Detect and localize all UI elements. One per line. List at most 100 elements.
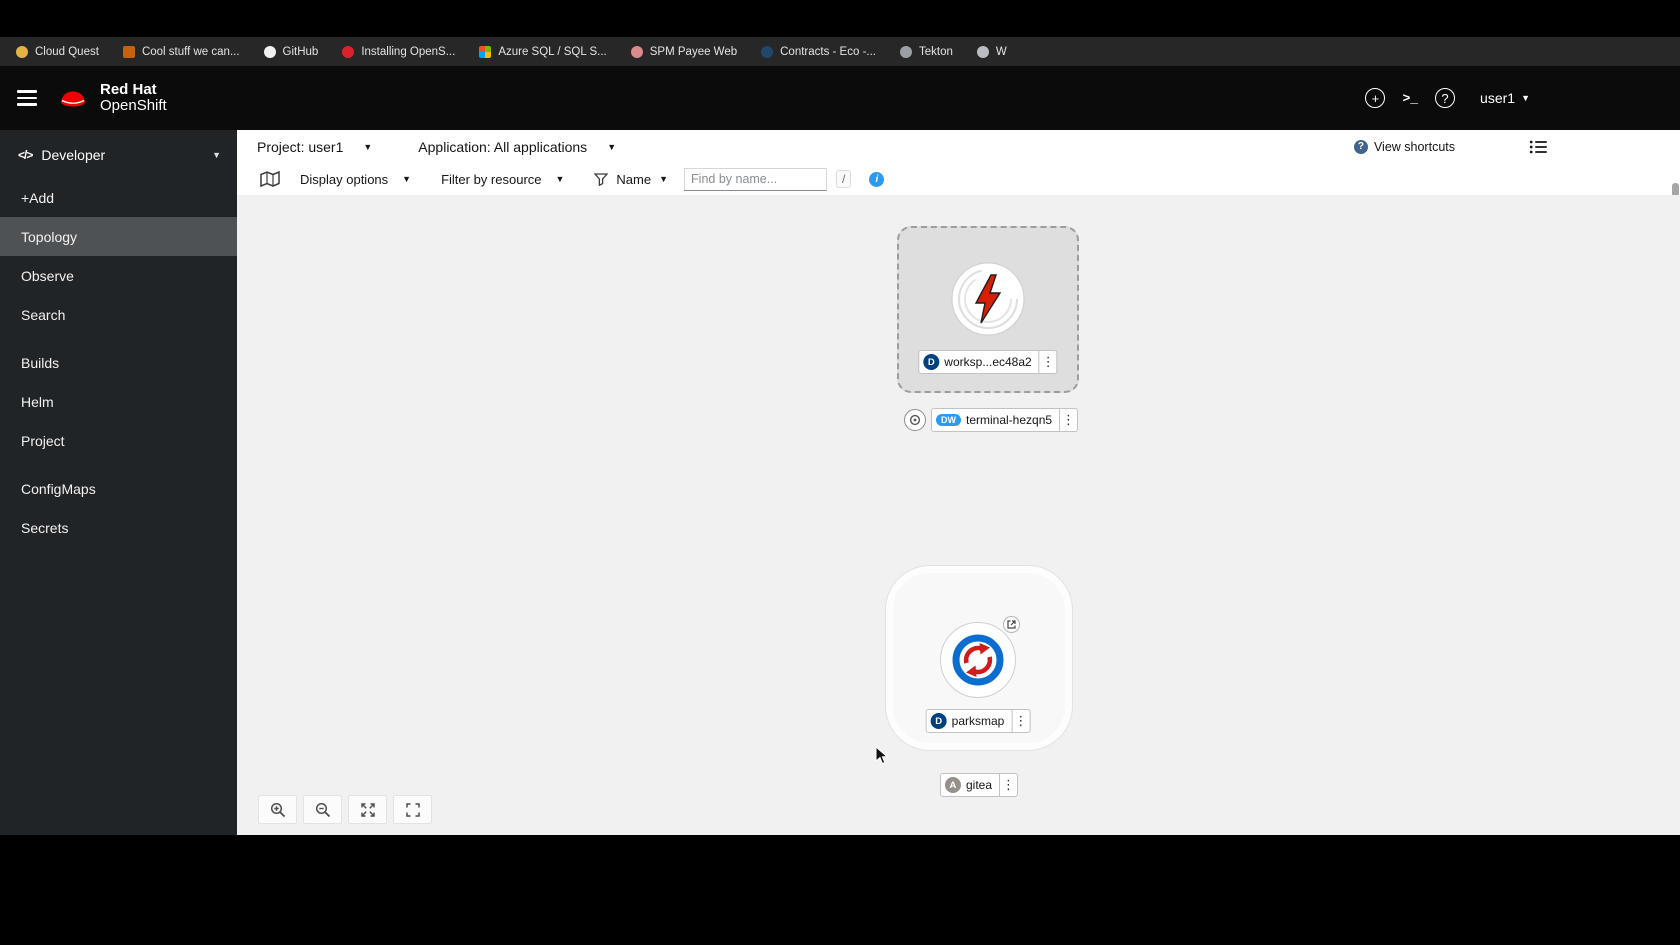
- devworkspace-bolt-icon[interactable]: [950, 261, 1026, 337]
- zoom-in-button[interactable]: [258, 795, 297, 824]
- fullscreen-button[interactable]: [393, 795, 432, 824]
- microsoft-icon: [479, 45, 492, 58]
- zoom-controls: [258, 795, 432, 824]
- kebab-menu-icon[interactable]: ⋮: [1059, 409, 1077, 431]
- bookmark-label: Contracts - Eco -...: [780, 45, 876, 58]
- chevron-down-icon: ▼: [402, 174, 412, 184]
- bookmark-cool-stuff[interactable]: Cool stuff we can...: [122, 45, 240, 58]
- sidebar-item-label: Project: [21, 432, 65, 449]
- perspective-label: Developer: [41, 147, 106, 163]
- brand-line2: OpenShift: [100, 97, 167, 114]
- devworkspace-badge: DW: [936, 414, 961, 426]
- sidebar-item-label: Builds: [21, 354, 60, 371]
- masthead-utilities: + >_ ? user1 ▼: [1365, 88, 1680, 108]
- sidebar-item-label: ConfigMaps: [21, 480, 96, 497]
- sidebar-item-project[interactable]: Project: [0, 421, 237, 460]
- workspace-node-label[interactable]: D worksp...ec48a2 ⋮: [918, 350, 1058, 374]
- openshift-icon: [342, 45, 355, 58]
- devworkspace-decorator-icon[interactable]: [904, 409, 926, 431]
- hamburger-menu-icon[interactable]: [17, 90, 37, 106]
- workspace-node[interactable]: D worksp...ec48a2 ⋮: [897, 226, 1079, 393]
- sidebar-item-helm[interactable]: Helm: [0, 382, 237, 421]
- bookmark-label: Tekton: [918, 45, 953, 58]
- main-content: Project: user1 ▼ Application: All applic…: [237, 130, 1680, 835]
- info-icon[interactable]: i: [869, 171, 885, 187]
- chevron-down-icon: ▼: [212, 150, 221, 160]
- filter-by-resource-label: Filter by resource: [441, 171, 542, 187]
- sidebar-item-configmaps[interactable]: ConfigMaps: [0, 469, 237, 508]
- bookmark-favicon-icon: [122, 45, 135, 58]
- name-filter-dropdown[interactable]: Name ▼: [594, 172, 668, 187]
- parksmap-node[interactable]: [940, 622, 1016, 698]
- bookmark-w[interactable]: W: [976, 45, 1007, 58]
- sidebar-item-observe[interactable]: Observe: [0, 256, 237, 295]
- gitea-node-label[interactable]: A gitea ⋮: [939, 773, 1019, 797]
- sidebar-item-builds[interactable]: Builds: [0, 343, 237, 382]
- kebab-menu-icon[interactable]: ⋮: [999, 774, 1017, 796]
- bookmark-contracts[interactable]: Contracts - Eco -...: [761, 45, 876, 58]
- bookmark-label: Cool stuff we can...: [141, 45, 240, 58]
- chevron-down-icon: ▼: [1521, 93, 1530, 103]
- bookmark-label: Cloud Quest: [35, 45, 99, 58]
- add-plus-icon[interactable]: +: [1365, 88, 1386, 108]
- sidebar-item-topology[interactable]: Topology: [0, 217, 237, 256]
- github-icon: [263, 45, 276, 58]
- context-bar: Project: user1 ▼ Application: All applic…: [237, 130, 1680, 164]
- export-application-icon[interactable]: [259, 170, 281, 188]
- sidebar-item-add[interactable]: +Add: [0, 178, 237, 217]
- bookmark-installing-openshift[interactable]: Installing OpenS...: [342, 45, 456, 58]
- filter-funnel-icon: [594, 172, 609, 186]
- display-options-dropdown[interactable]: Display options ▼: [300, 172, 411, 187]
- bookmark-github[interactable]: GitHub: [263, 45, 318, 58]
- sidebar-item-search[interactable]: Search: [0, 295, 237, 334]
- parksmap-sync-icon: [952, 634, 1004, 686]
- find-by-name-input[interactable]: [684, 167, 828, 191]
- parksmap-node-name: parksmap: [951, 714, 1005, 728]
- web-terminal-icon[interactable]: >_: [1402, 91, 1418, 106]
- kebab-menu-icon[interactable]: ⋮: [1038, 351, 1057, 373]
- zoom-out-button[interactable]: [303, 795, 342, 824]
- display-options-label: Display options: [300, 171, 389, 187]
- filter-by-resource-dropdown[interactable]: Filter by resource ▼: [441, 172, 564, 187]
- list-view-icon[interactable]: [1529, 139, 1548, 155]
- help-icon[interactable]: ?: [1435, 88, 1456, 108]
- code-icon: </>: [18, 148, 33, 162]
- workspace-node-name: worksp...ec48a2: [944, 355, 1032, 369]
- bookmark-cloud-quest[interactable]: Cloud Quest: [16, 45, 99, 58]
- chevron-down-icon: ▼: [555, 174, 565, 184]
- view-shortcuts-label: View shortcuts: [1373, 139, 1455, 154]
- bookmark-label: Installing OpenS...: [361, 45, 456, 58]
- page: Cloud Quest Cool stuff we can... GitHub …: [0, 0, 1680, 945]
- perspective-switcher[interactable]: </> Developer ▼: [0, 130, 237, 178]
- masthead: Red Hat OpenShift + >_ ? user1 ▼: [0, 66, 1680, 130]
- chevron-down-icon: ▼: [659, 174, 669, 184]
- bookmark-favicon-icon: [761, 45, 774, 58]
- brand-line1: Red Hat: [100, 81, 157, 98]
- bookmark-spm-payee-web[interactable]: SPM Payee Web: [630, 45, 737, 58]
- kebab-menu-icon[interactable]: ⋮: [1011, 710, 1029, 732]
- application-badge: A: [944, 777, 961, 793]
- brand-text: Red Hat OpenShift: [100, 82, 167, 114]
- sidebar-item-label: Observe: [21, 267, 74, 284]
- deployment-badge: D: [930, 713, 947, 729]
- external-link-icon[interactable]: [1003, 616, 1020, 633]
- terminal-node-label[interactable]: DW terminal-hezqn5 ⋮: [931, 408, 1079, 432]
- application-dropdown[interactable]: Application: All applications ▼: [418, 139, 616, 155]
- bookmark-tekton[interactable]: Tekton: [899, 45, 953, 58]
- globe-icon: [976, 45, 989, 58]
- user-menu[interactable]: user1 ▼: [1480, 90, 1530, 106]
- terminal-node[interactable]: DW terminal-hezqn5 ⋮: [904, 408, 1079, 432]
- project-dropdown-label: Project: user1: [257, 138, 344, 155]
- parksmap-node-label[interactable]: D parksmap ⋮: [925, 709, 1031, 733]
- sidebar-item-label: Secrets: [21, 519, 69, 536]
- view-shortcuts-button[interactable]: ? View shortcuts: [1353, 139, 1455, 154]
- bookmark-favicon-icon: [630, 45, 643, 58]
- project-dropdown[interactable]: Project: user1 ▼: [257, 139, 372, 155]
- bookmark-azure-sql[interactable]: Azure SQL / SQL S...: [479, 45, 607, 58]
- sidebar-item-secrets[interactable]: Secrets: [0, 508, 237, 547]
- bookmark-label: Azure SQL / SQL S...: [498, 45, 607, 58]
- topology-canvas[interactable]: D worksp...ec48a2 ⋮ DW terminal-hezqn5 ⋮: [237, 195, 1680, 835]
- bookmark-label: W: [995, 45, 1007, 58]
- sidebar-item-label: Search: [21, 306, 66, 323]
- fit-to-screen-button[interactable]: [348, 795, 387, 824]
